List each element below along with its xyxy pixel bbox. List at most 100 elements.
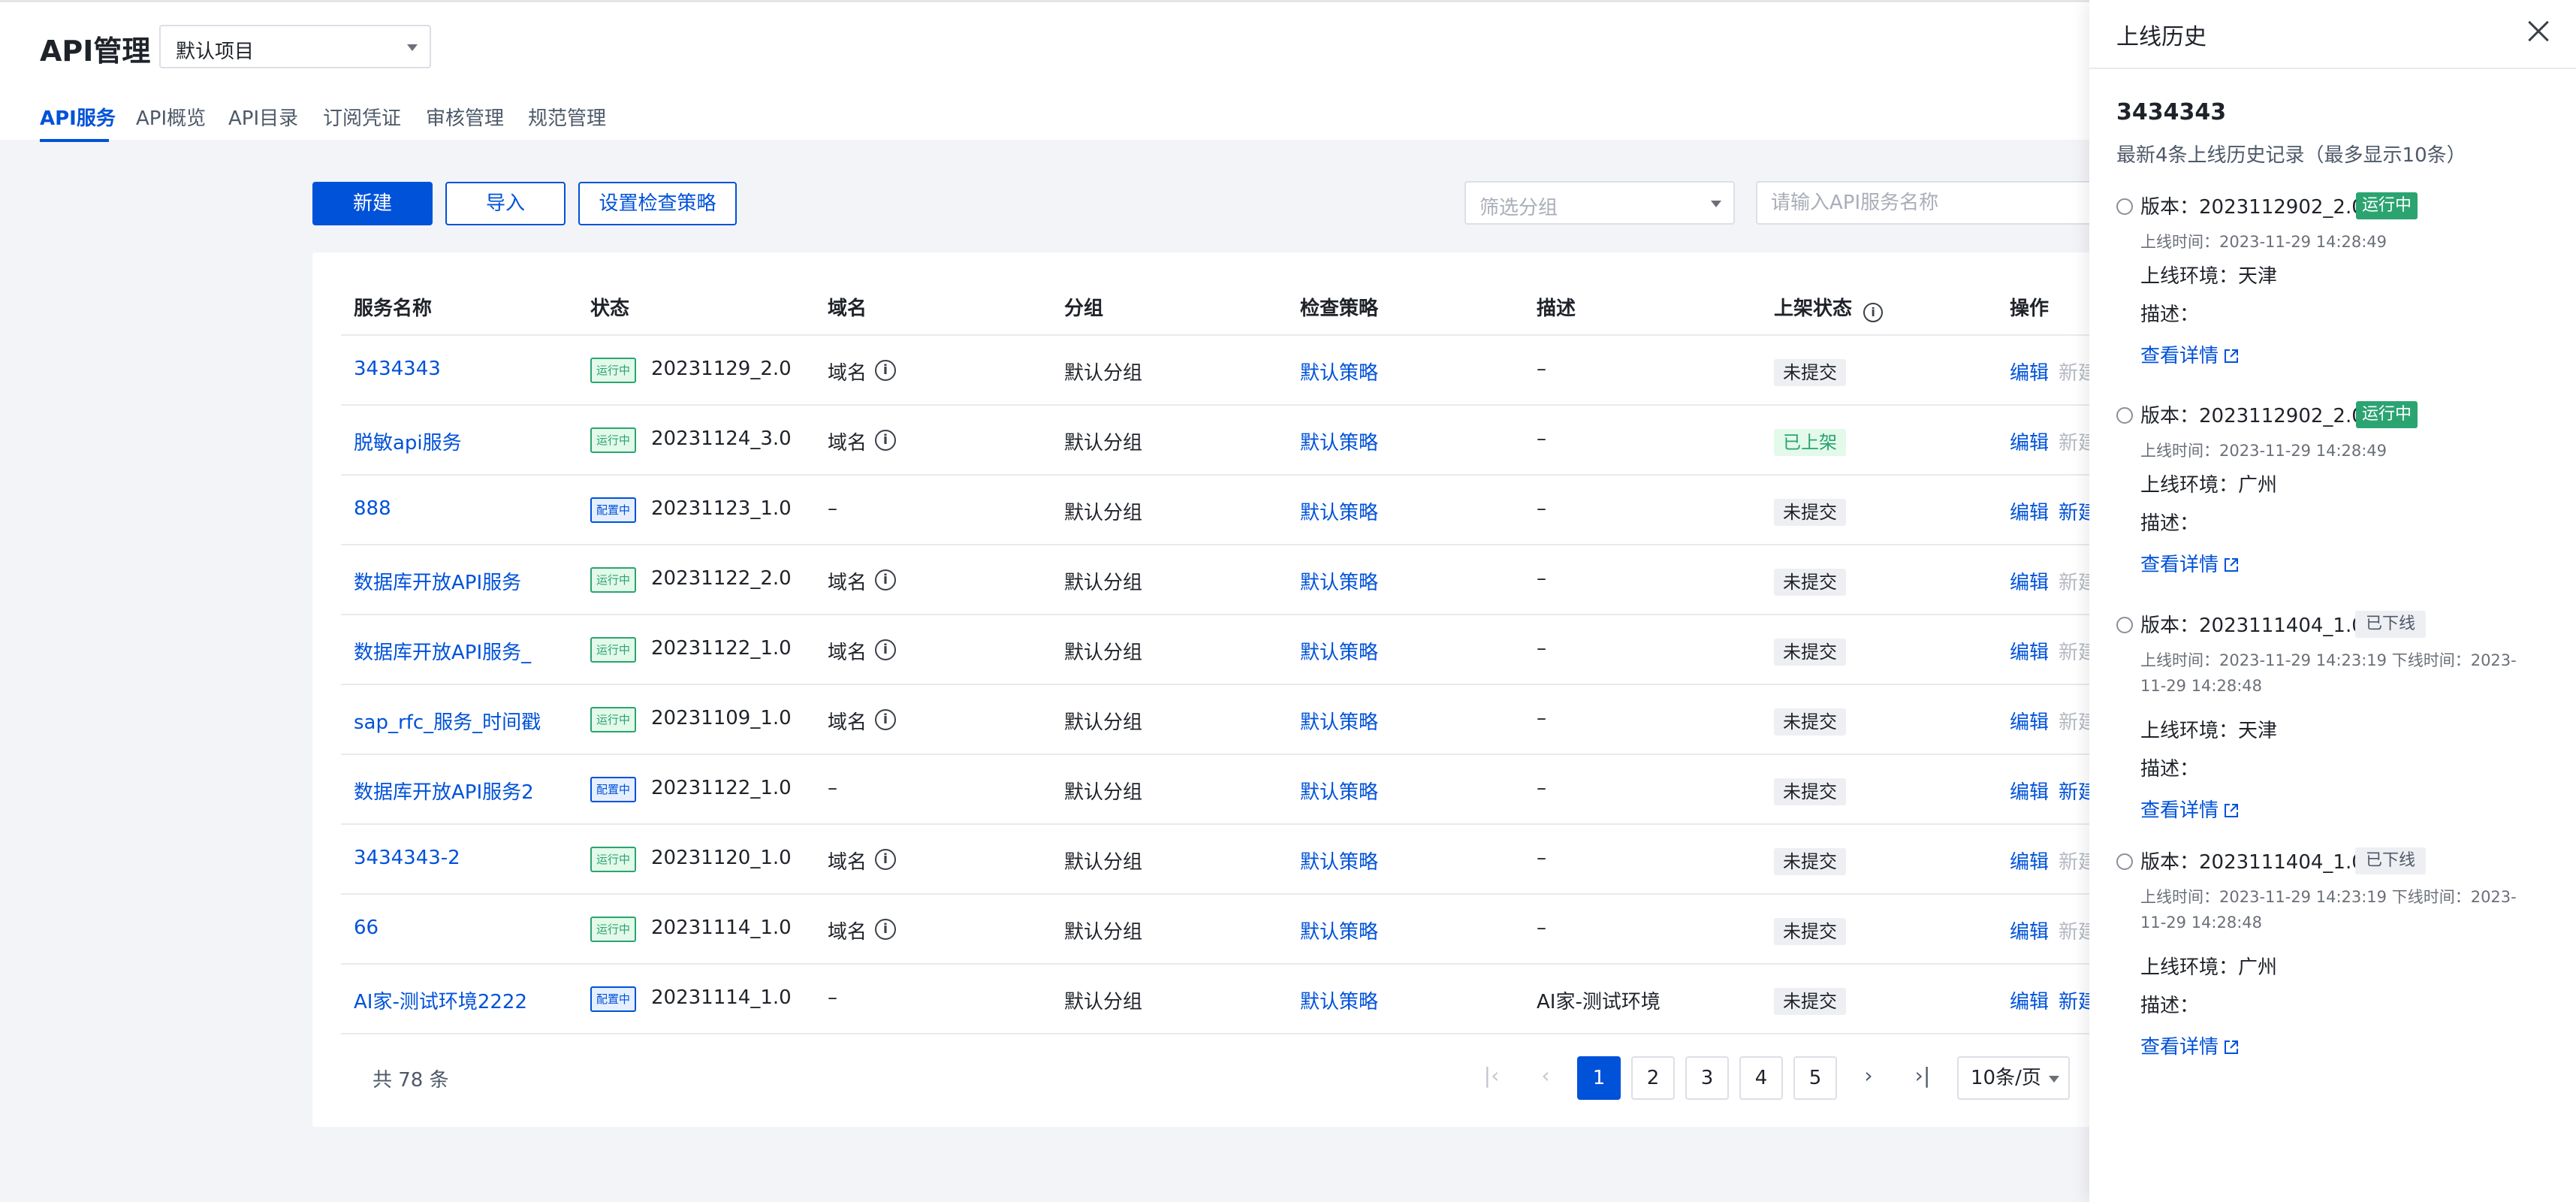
total-count: 共 78 条: [373, 1069, 449, 1092]
policy-link[interactable]: 默认策略: [1300, 707, 1378, 735]
prev-page-icon[interactable]: ‹: [1525, 1055, 1567, 1098]
policy-link[interactable]: 默认策略: [1300, 847, 1378, 874]
tab-api-catalog[interactable]: API目录: [228, 103, 298, 142]
tab-review[interactable]: 审核管理: [426, 103, 504, 142]
publish-status-tag: 未提交: [1774, 708, 1846, 735]
publish-status-tag: 未提交: [1774, 917, 1846, 945]
tab-api-overview[interactable]: API概览: [136, 103, 206, 142]
info-icon[interactable]: i: [875, 708, 896, 730]
edit-link[interactable]: 编辑: [2010, 427, 2049, 455]
group-text: 默认分组: [1064, 501, 1143, 524]
policy-link[interactable]: 默认策略: [1300, 637, 1378, 665]
edit-link[interactable]: 编辑: [2010, 917, 2049, 944]
close-icon[interactable]: [2523, 17, 2553, 47]
timeline-dot-icon: [2116, 407, 2133, 424]
info-icon[interactable]: i: [1863, 303, 1884, 322]
view-detail-label: 查看详情: [2140, 554, 2219, 576]
timeline-dot-icon: [2116, 198, 2133, 215]
tab-spec[interactable]: 规范管理: [528, 103, 606, 142]
group-text: 默认分组: [1064, 361, 1143, 385]
edit-link[interactable]: 编辑: [2010, 567, 2049, 595]
import-button[interactable]: 导入: [445, 182, 566, 225]
view-detail-link[interactable]: 查看详情: [2140, 549, 2240, 577]
view-detail-link[interactable]: 查看详情: [2140, 340, 2240, 368]
edit-link[interactable]: 编辑: [2010, 707, 2049, 735]
next-page-icon[interactable]: ›: [1848, 1055, 1890, 1098]
history-environment: 上线环境：天津: [2140, 720, 2278, 742]
page-title: API管理: [40, 35, 151, 68]
policy-link[interactable]: 默认策略: [1300, 777, 1378, 805]
info-icon[interactable]: i: [875, 918, 896, 940]
page-button-1[interactable]: 1: [1577, 1056, 1621, 1100]
status-badge: 运行中: [590, 916, 637, 942]
view-detail-link[interactable]: 查看详情: [2140, 1031, 2240, 1059]
info-icon[interactable]: i: [875, 569, 896, 590]
version-text: 20231114_1.0: [651, 986, 792, 1009]
policy-link[interactable]: 默认策略: [1300, 427, 1378, 455]
tab-api-service[interactable]: API服务: [40, 103, 116, 142]
info-icon[interactable]: i: [875, 848, 896, 870]
edit-link[interactable]: 编辑: [2010, 497, 2049, 525]
tab-subscription[interactable]: 订阅凭证: [323, 103, 401, 142]
new-button[interactable]: 新建: [312, 182, 433, 225]
page-size-select[interactable]: 10条/页: [1957, 1056, 2070, 1100]
description-text: –: [1537, 357, 1546, 380]
drawer-title: 上线历史: [2116, 24, 2206, 50]
service-name-link[interactable]: 数据库开放API服务_: [354, 637, 531, 665]
service-name-link[interactable]: 66: [354, 917, 379, 939]
edit-link[interactable]: 编辑: [2010, 847, 2049, 874]
service-name-link[interactable]: sap_rfc_服务_时间戳: [354, 707, 541, 735]
domain-text: 域名: [828, 361, 867, 385]
column-header-status: 状态: [590, 297, 630, 320]
service-name-link[interactable]: 数据库开放API服务2: [354, 777, 534, 805]
info-icon[interactable]: i: [875, 639, 896, 660]
page-button-3[interactable]: 3: [1685, 1056, 1729, 1100]
info-icon[interactable]: i: [875, 429, 896, 451]
edit-link[interactable]: 编辑: [2010, 358, 2049, 385]
publish-status-tag: 未提交: [1774, 498, 1846, 526]
domain-text: 域名: [828, 920, 867, 944]
column-header-publish-label: 上架状态: [1774, 297, 1853, 320]
version-text: 20231129_2.0: [651, 357, 792, 380]
history-time-continued: 11-29 14:28:48: [2140, 914, 2263, 932]
first-page-icon[interactable]: |‹: [1470, 1055, 1513, 1098]
policy-link[interactable]: 默认策略: [1300, 917, 1378, 944]
chevron-down-icon: [407, 44, 418, 51]
status-badge: 运行中: [590, 427, 637, 453]
group-text: 默认分组: [1064, 920, 1143, 944]
domain-text: 域名: [828, 431, 867, 455]
service-name-link[interactable]: 888: [354, 497, 391, 520]
policy-link[interactable]: 默认策略: [1300, 497, 1378, 525]
version-text: 20231122_1.0: [651, 636, 792, 660]
history-state-badge: 运行中: [2356, 401, 2418, 428]
group-text: 默认分组: [1064, 781, 1143, 804]
page-button-2[interactable]: 2: [1631, 1056, 1675, 1100]
project-select[interactable]: 默认项目: [159, 25, 431, 68]
service-name-link[interactable]: AI家-测试环境2222: [354, 986, 527, 1014]
group-filter-select[interactable]: 筛选分组: [1464, 181, 1735, 225]
history-time: 上线时间：2023-11-29 14:23:19 下线时间：2023-: [2140, 651, 2517, 669]
info-icon[interactable]: i: [875, 359, 896, 381]
external-link-icon: [2225, 558, 2239, 572]
policy-link[interactable]: 默认策略: [1300, 567, 1378, 595]
edit-link[interactable]: 编辑: [2010, 986, 2049, 1014]
domain-text: 域名: [828, 641, 867, 664]
page-button-4[interactable]: 4: [1739, 1056, 1783, 1100]
last-page-icon[interactable]: ›|: [1902, 1055, 1944, 1098]
history-description: 描述：: [2140, 758, 2200, 781]
edit-link[interactable]: 编辑: [2010, 777, 2049, 805]
policy-link[interactable]: 默认策略: [1300, 358, 1378, 385]
chevron-down-icon: [2049, 1076, 2059, 1083]
view-detail-link[interactable]: 查看详情: [2140, 795, 2240, 823]
service-name-link[interactable]: 脱敏api服务: [354, 427, 462, 455]
service-name-link[interactable]: 3434343-2: [354, 847, 460, 869]
edit-link[interactable]: 编辑: [2010, 637, 2049, 665]
page-button-5[interactable]: 5: [1793, 1056, 1837, 1100]
policy-link[interactable]: 默认策略: [1300, 986, 1378, 1014]
history-environment: 上线环境：广州: [2140, 474, 2278, 497]
service-name-link[interactable]: 3434343: [354, 358, 441, 380]
check-policy-button[interactable]: 设置检查策略: [578, 182, 737, 225]
project-select-value: 默认项目: [176, 41, 255, 63]
description-text: –: [1537, 916, 1546, 939]
service-name-link[interactable]: 数据库开放API服务: [354, 567, 521, 595]
